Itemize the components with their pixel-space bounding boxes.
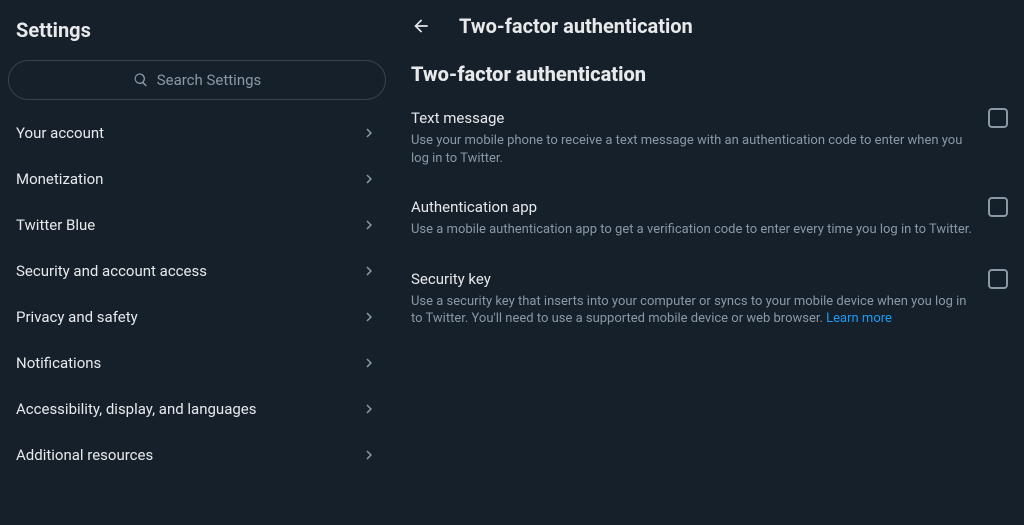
option-title: Security key <box>411 270 491 288</box>
option-header: Text message <box>411 108 1008 128</box>
option-security-key: Security key Use a security key that ins… <box>395 257 1024 346</box>
option-title: Authentication app <box>411 198 537 216</box>
sidebar-items: Your account Monetization Twitter Blue S… <box>0 110 394 478</box>
search-placeholder: Search Settings <box>157 71 262 89</box>
sidebar-item-label: Your account <box>16 124 104 142</box>
sidebar-item-label: Additional resources <box>16 446 153 464</box>
topbar-title: Two-factor authentication <box>459 14 693 38</box>
option-header: Security key <box>411 269 1008 289</box>
sidebar-item-label: Twitter Blue <box>16 216 95 234</box>
chevron-right-icon <box>360 446 378 464</box>
page-heading: Two-factor authentication <box>395 44 1024 96</box>
chevron-right-icon <box>360 262 378 280</box>
sidebar-title: Settings <box>0 0 394 54</box>
chevron-right-icon <box>360 124 378 142</box>
option-description: Use a mobile authentication app to get a… <box>411 217 1008 239</box>
sidebar-item-label: Security and account access <box>16 262 207 280</box>
search-icon <box>133 72 149 88</box>
sidebar-item-your-account[interactable]: Your account <box>0 110 394 156</box>
sidebar-item-notifications[interactable]: Notifications <box>0 340 394 386</box>
sidebar-item-label: Notifications <box>16 354 101 372</box>
sidebar-item-monetization[interactable]: Monetization <box>0 156 394 202</box>
sidebar-item-privacy[interactable]: Privacy and safety <box>0 294 394 340</box>
main-panel: Two-factor authentication Two-factor aut… <box>395 0 1024 525</box>
sidebar-item-twitter-blue[interactable]: Twitter Blue <box>0 202 394 248</box>
option-auth-app: Authentication app Use a mobile authenti… <box>395 185 1024 257</box>
chevron-right-icon <box>360 216 378 234</box>
chevron-right-icon <box>360 354 378 372</box>
sidebar-item-label: Privacy and safety <box>16 308 138 326</box>
back-arrow-icon[interactable] <box>411 16 431 36</box>
settings-sidebar: Settings Search Settings Your account Mo… <box>0 0 395 525</box>
sidebar-item-label: Accessibility, display, and languages <box>16 400 256 418</box>
option-text-message: Text message Use your mobile phone to re… <box>395 96 1024 185</box>
search-container: Search Settings <box>0 54 394 110</box>
checkbox-auth-app[interactable] <box>988 197 1008 217</box>
sidebar-item-label: Monetization <box>16 170 103 188</box>
checkbox-security-key[interactable] <box>988 269 1008 289</box>
option-description: Use your mobile phone to receive a text … <box>411 128 1008 167</box>
checkbox-text-message[interactable] <box>988 108 1008 128</box>
option-description: Use a security key that inserts into you… <box>411 289 1008 328</box>
topbar: Two-factor authentication <box>395 0 1024 44</box>
sidebar-item-accessibility[interactable]: Accessibility, display, and languages <box>0 386 394 432</box>
option-title: Text message <box>411 109 504 127</box>
learn-more-link[interactable]: Learn more <box>826 311 892 326</box>
sidebar-item-security[interactable]: Security and account access <box>0 248 394 294</box>
search-input[interactable]: Search Settings <box>8 60 386 100</box>
sidebar-item-additional[interactable]: Additional resources <box>0 432 394 478</box>
option-header: Authentication app <box>411 197 1008 217</box>
chevron-right-icon <box>360 308 378 326</box>
chevron-right-icon <box>360 400 378 418</box>
chevron-right-icon <box>360 170 378 188</box>
